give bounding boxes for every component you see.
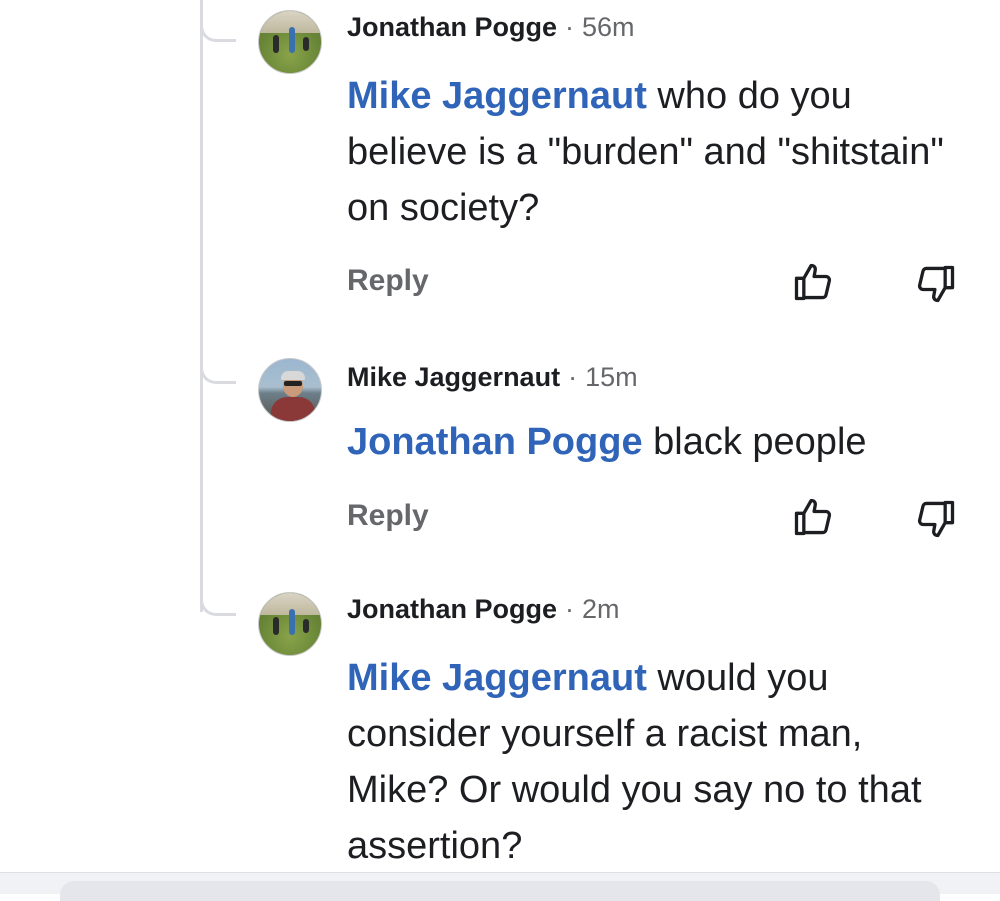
author-name[interactable]: Jonathan Pogge — [347, 594, 557, 624]
timestamp[interactable]: 2m — [582, 594, 620, 624]
thumbs-up-outline-icon[interactable] — [791, 260, 835, 304]
thumbs-up-outline-icon[interactable] — [791, 495, 835, 539]
reply-button[interactable]: Reply — [347, 499, 429, 533]
avatar[interactable] — [258, 358, 322, 422]
thumbs-down-outline-icon[interactable] — [914, 262, 958, 306]
thread-line — [200, 0, 203, 612]
mention-link[interactable]: Jonathan Pogge — [347, 421, 643, 463]
comment-header: Jonathan Pogge · 2m — [347, 594, 620, 625]
mention-link[interactable]: Mike Jaggernaut — [347, 657, 647, 699]
comment-input[interactable] — [60, 881, 940, 901]
thumbs-down-outline-icon[interactable] — [914, 497, 958, 541]
comment-text: Mike Jaggernaut who do you believe is a … — [347, 68, 967, 236]
comment-body: black people — [642, 421, 867, 463]
comment-text: Jonathan Pogge black people — [347, 414, 967, 470]
comment-composer-bar — [0, 872, 1000, 901]
author-name[interactable]: Jonathan Pogge — [347, 12, 557, 42]
thread-connector — [200, 366, 236, 384]
avatar[interactable] — [258, 592, 322, 656]
thread-connector — [200, 598, 236, 616]
comment-header: Jonathan Pogge · 56m — [347, 12, 635, 43]
comment-header: Mike Jaggernaut · 15m — [347, 362, 638, 393]
timestamp[interactable]: 56m — [582, 12, 635, 42]
separator-dot: · — [565, 12, 575, 42]
separator-dot: · — [568, 362, 578, 392]
mention-link[interactable]: Mike Jaggernaut — [347, 75, 647, 117]
separator-dot: · — [565, 594, 575, 624]
timestamp[interactable]: 15m — [585, 362, 638, 392]
thread-connector — [200, 24, 236, 42]
avatar[interactable] — [258, 10, 322, 74]
reply-button[interactable]: Reply — [347, 264, 429, 298]
comment-text: Mike Jaggernaut would you consider yours… — [347, 650, 967, 874]
author-name[interactable]: Mike Jaggernaut — [347, 362, 560, 392]
